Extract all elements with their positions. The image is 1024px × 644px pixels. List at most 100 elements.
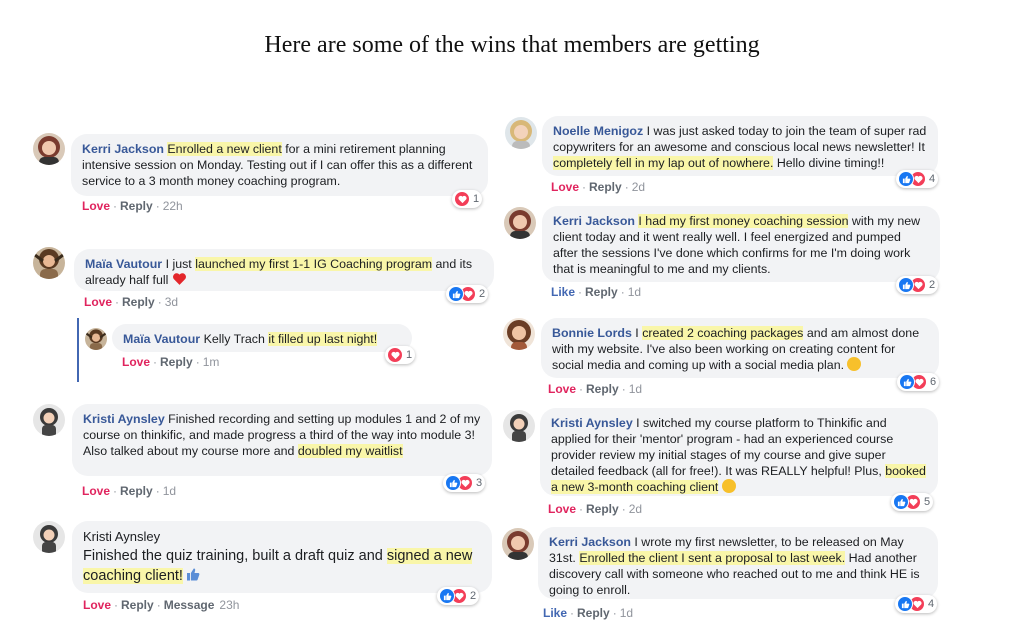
comment-bubble: Bonnie Lords I created 2 coaching packag… xyxy=(541,318,939,378)
comment-actions: Like · Reply · 1d xyxy=(551,285,642,299)
reaction-count[interactable]: 4 xyxy=(895,595,938,613)
love-button[interactable]: Love xyxy=(548,382,576,396)
timestamp[interactable]: 2d xyxy=(629,502,642,516)
comment-text: Kelly Trach xyxy=(200,332,269,346)
reply-button[interactable]: Reply xyxy=(120,484,153,498)
reaction-count[interactable]: 5 xyxy=(891,493,934,511)
comment-bubble: Kerri Jackson I had my first money coach… xyxy=(542,206,940,282)
timestamp[interactable]: 22h xyxy=(163,199,183,213)
timestamp[interactable]: 2d xyxy=(632,180,645,194)
highlighted-win: Enrolled a new client xyxy=(167,142,282,156)
commenter-name[interactable]: Bonnie Lords xyxy=(552,326,632,340)
highlighted-win: it filled up last night! xyxy=(268,332,378,346)
reaction-count[interactable]: 1 xyxy=(385,346,416,364)
love-button[interactable]: Love xyxy=(82,199,110,213)
commenter-name[interactable]: Kristi Aynsley xyxy=(83,412,165,426)
timestamp[interactable]: 1d xyxy=(163,484,176,498)
comment-actions: Love · Reply · 1m xyxy=(122,355,220,369)
avatar[interactable] xyxy=(503,318,535,350)
commenter-name[interactable]: Kristi Aynsley xyxy=(551,416,633,430)
commenter-name[interactable]: Kerri Jackson xyxy=(82,142,164,156)
highlighted-win: doubled my waitlist xyxy=(297,444,403,458)
comment-text: I just xyxy=(162,257,196,271)
commenter-name[interactable]: Maïa Vautour xyxy=(85,257,162,271)
reply-button[interactable]: Reply xyxy=(585,285,618,299)
comment-bubble: Kerri Jackson I wrote my first newslette… xyxy=(538,527,938,599)
timestamp[interactable]: 1d xyxy=(620,606,633,620)
like-button[interactable]: Like xyxy=(543,606,567,620)
comment-bubble: Kerri Jackson Enrolled a new client for … xyxy=(71,134,488,196)
reaction-number: 2 xyxy=(470,590,477,602)
highlighted-win: completely fell in my lap out of nowhere… xyxy=(553,156,774,170)
comment-actions: Love · Reply · Message 23h xyxy=(83,598,240,612)
avatar[interactable] xyxy=(33,404,65,436)
reply-button[interactable]: Reply xyxy=(589,180,622,194)
reaction-number: 4 xyxy=(928,598,935,610)
timestamp[interactable]: 23h xyxy=(214,598,239,612)
reply-button[interactable]: Reply xyxy=(121,598,154,612)
reaction-number: 2 xyxy=(479,288,486,300)
comment-text: I xyxy=(631,326,643,340)
like-reaction-icon xyxy=(897,596,913,612)
timestamp[interactable]: 1d xyxy=(629,382,642,396)
reaction-count[interactable]: 2 xyxy=(896,276,939,294)
reaction-count[interactable]: 6 xyxy=(897,373,940,391)
timestamp[interactable]: 3d xyxy=(165,295,178,309)
comment-text: Hello divine timing!! xyxy=(773,156,885,170)
reaction-count[interactable]: 3 xyxy=(443,474,486,492)
smiley-emoji-icon xyxy=(847,357,862,371)
highlighted-win: Enrolled the client I sent a proposal to… xyxy=(579,551,846,565)
like-reaction-icon xyxy=(893,494,909,510)
love-button[interactable]: Love xyxy=(548,502,576,516)
reaction-count[interactable]: 2 xyxy=(437,587,480,605)
love-button[interactable]: Love xyxy=(83,598,111,612)
commenter-name[interactable]: Kerri Jackson xyxy=(549,535,631,549)
commenter-name[interactable]: Kerri Jackson xyxy=(553,214,635,228)
comment-bubble: Kristi Aynsley Finished the quiz training… xyxy=(72,521,492,593)
love-button[interactable]: Love xyxy=(82,484,110,498)
reply-button[interactable]: Reply xyxy=(122,295,155,309)
timestamp[interactable]: 1m xyxy=(203,355,220,369)
love-button[interactable]: Love xyxy=(122,355,150,369)
reply-button[interactable]: Reply xyxy=(586,502,619,516)
comment-actions: Like · Reply · 1d xyxy=(543,606,634,620)
reaction-count[interactable]: 4 xyxy=(896,170,939,188)
avatar[interactable] xyxy=(504,207,536,239)
highlighted-win: launched my first 1-1 IG Coaching progra… xyxy=(195,257,433,271)
reply-button[interactable]: Reply xyxy=(586,382,619,396)
avatar[interactable] xyxy=(503,410,535,442)
timestamp[interactable]: 1d xyxy=(628,285,641,299)
reaction-number: 3 xyxy=(476,477,483,489)
comment-bubble: Noelle Menigoz I was just asked today to… xyxy=(542,116,938,176)
highlighted-win: I had my first money coaching session xyxy=(638,214,849,228)
love-button[interactable]: Love xyxy=(84,295,112,309)
page-heading: Here are some of the wins that members a… xyxy=(264,32,760,58)
message-button[interactable]: Message xyxy=(164,598,215,612)
reply-button[interactable]: Reply xyxy=(160,355,193,369)
avatar[interactable] xyxy=(33,521,65,553)
avatar[interactable] xyxy=(33,247,65,279)
avatar[interactable] xyxy=(502,528,534,560)
reply-thread-line xyxy=(77,318,79,382)
commenter-name[interactable]: Kristi Aynsley xyxy=(83,528,481,546)
avatar[interactable] xyxy=(33,133,65,165)
reaction-count[interactable]: 2 xyxy=(446,285,489,303)
reaction-count[interactable]: 1 xyxy=(452,190,483,208)
reply-button[interactable]: Reply xyxy=(577,606,610,620)
reaction-number: 2 xyxy=(929,279,936,291)
like-reaction-icon xyxy=(898,277,914,293)
avatar[interactable] xyxy=(85,328,107,350)
highlighted-win: created 2 coaching packages xyxy=(642,326,804,340)
heart-emoji-icon xyxy=(172,273,187,287)
comment-actions: Love · Reply · 1d xyxy=(548,382,643,396)
avatar[interactable] xyxy=(505,117,537,149)
commenter-name[interactable]: Maïa Vautour xyxy=(123,332,200,346)
love-button[interactable]: Love xyxy=(551,180,579,194)
like-reaction-icon xyxy=(898,171,914,187)
love-reaction-icon xyxy=(387,347,403,363)
comment-bubble: Kristi Aynsley I switched my course plat… xyxy=(540,408,938,496)
comment-actions: Love · Reply · 2d xyxy=(548,502,643,516)
commenter-name[interactable]: Noelle Menigoz xyxy=(553,124,643,138)
reply-button[interactable]: Reply xyxy=(120,199,153,213)
like-button[interactable]: Like xyxy=(551,285,575,299)
